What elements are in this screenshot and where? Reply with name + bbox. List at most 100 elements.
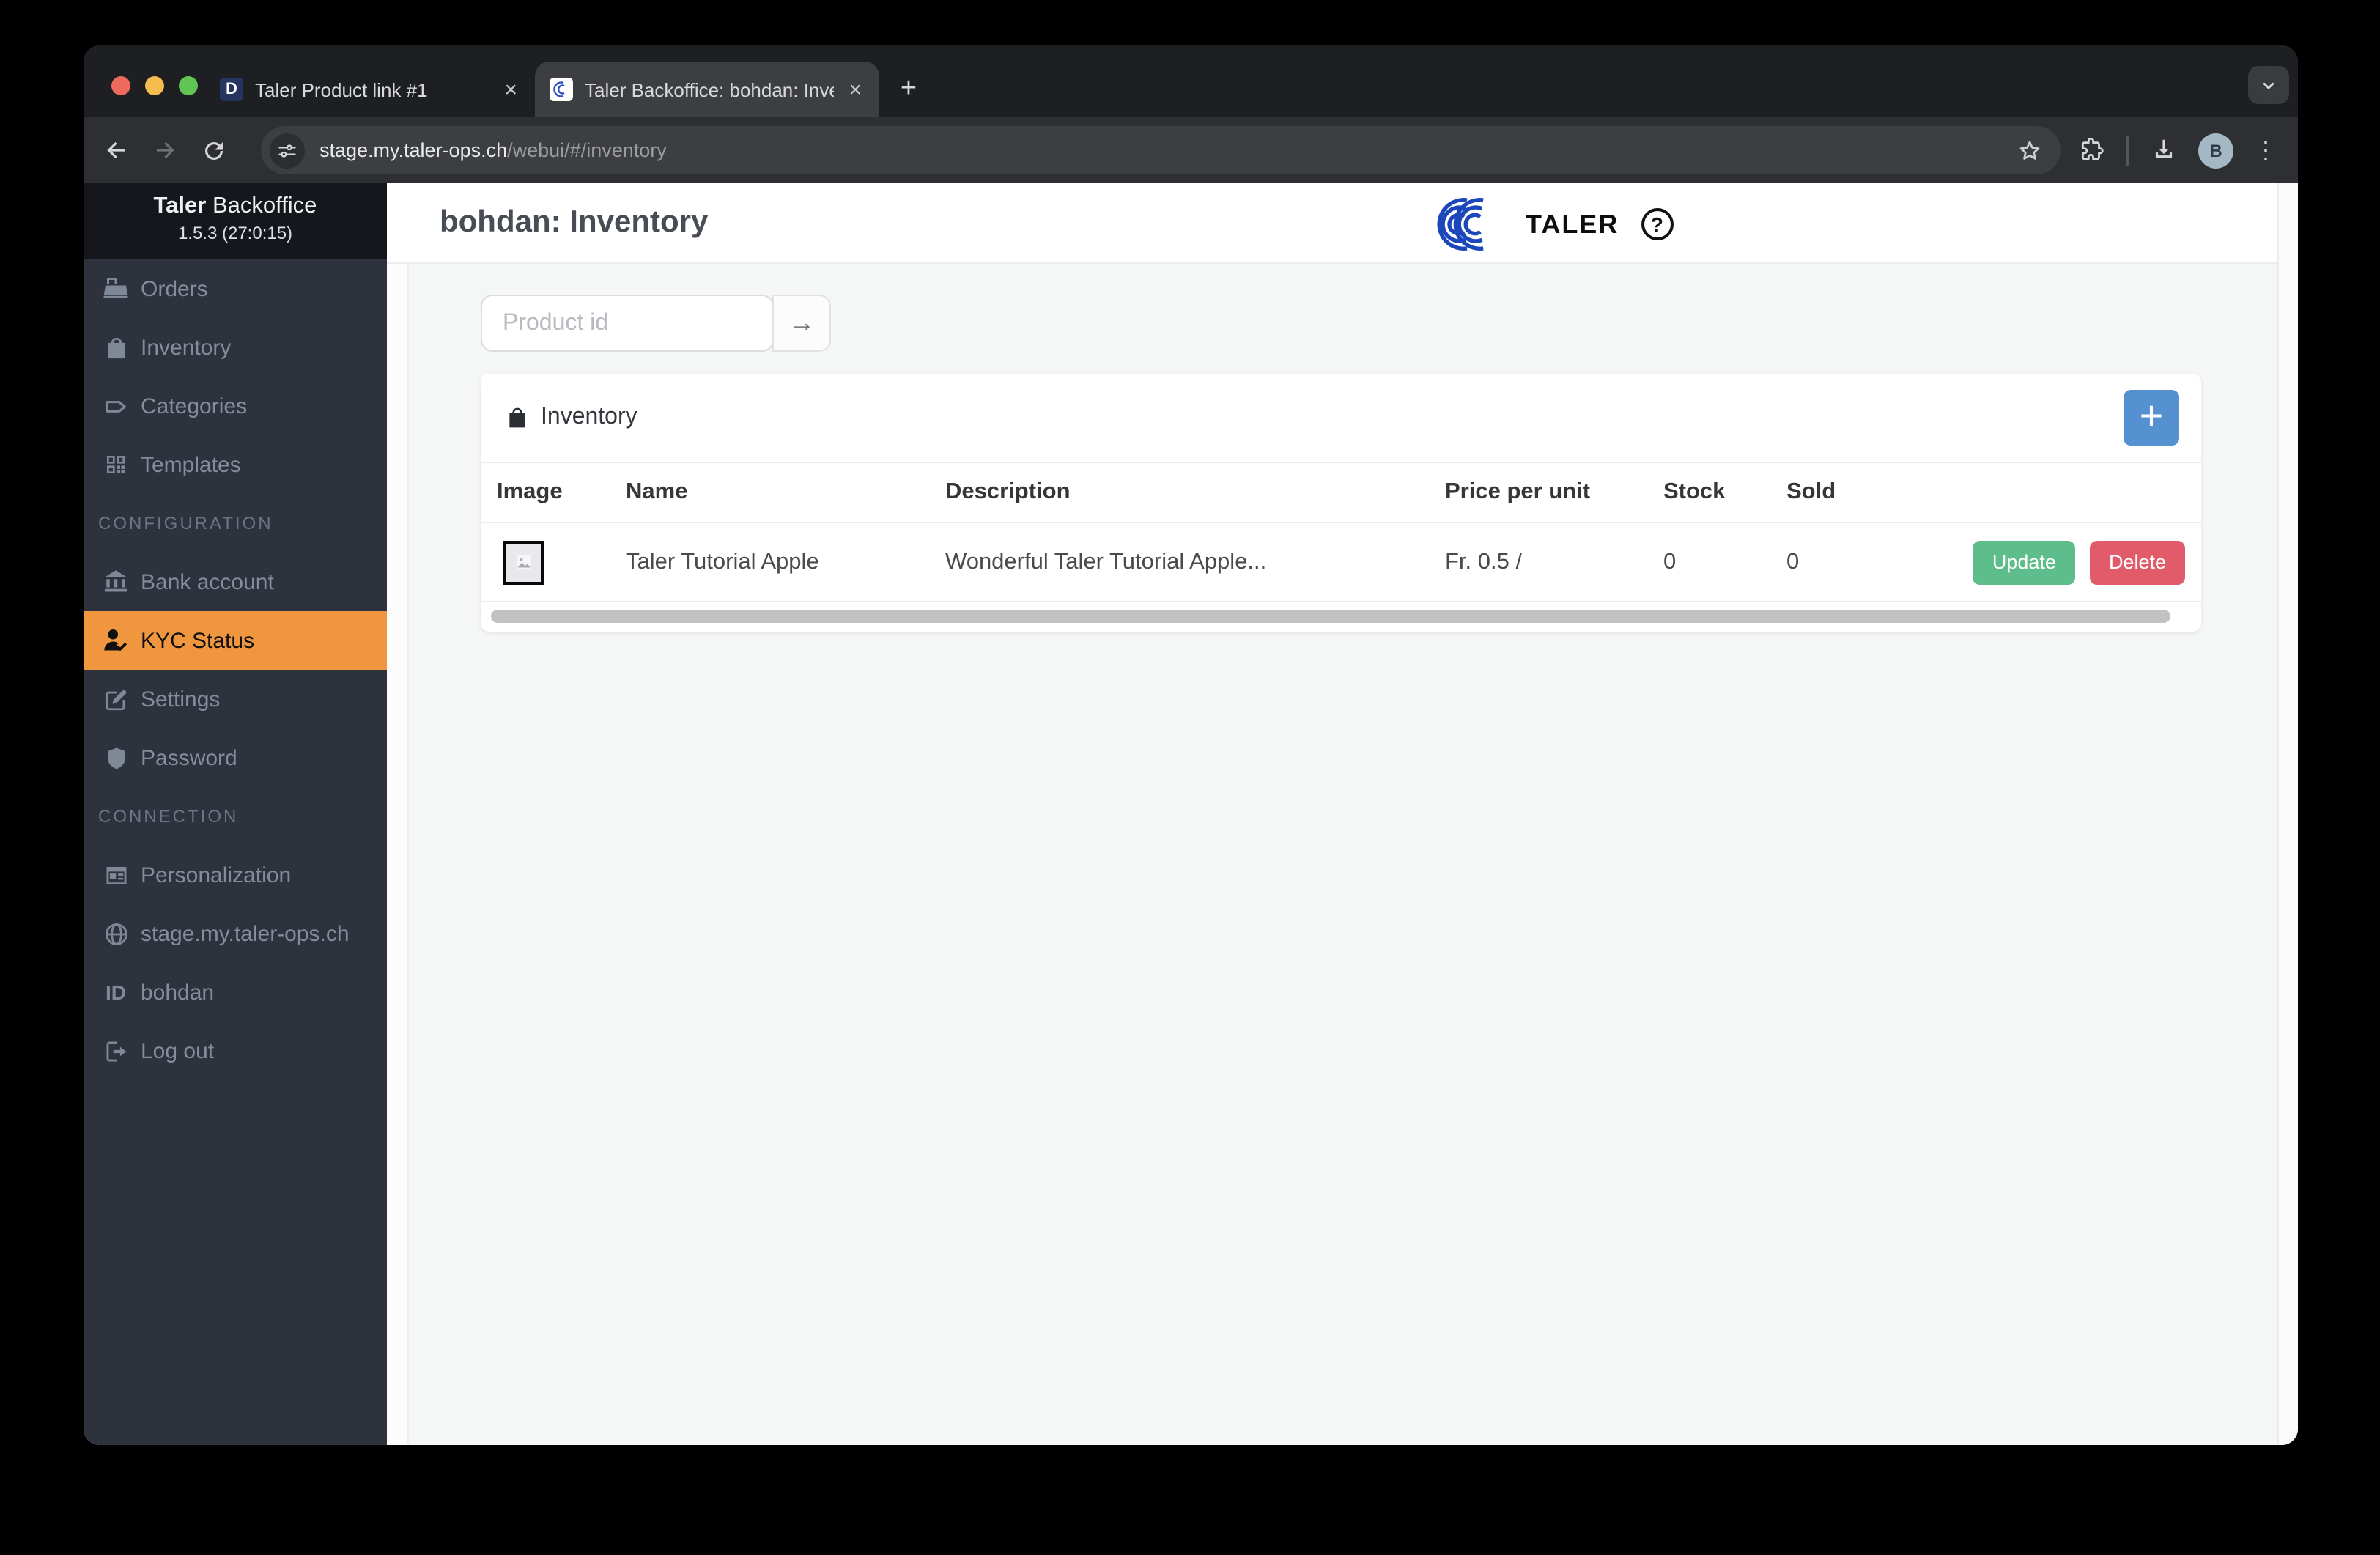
downloads-button[interactable] xyxy=(2150,136,2178,164)
app-title-bold: Taler xyxy=(153,193,207,218)
site-settings-button[interactable] xyxy=(270,133,305,168)
cash-register-icon xyxy=(101,274,130,303)
sidebar-item-label: Templates xyxy=(141,452,241,477)
star-icon xyxy=(2019,140,2040,159)
taler-logo-text: TALER xyxy=(1524,206,1621,243)
sidebar-item-kyc-status[interactable]: KYC Status xyxy=(84,611,387,670)
product-image-placeholder xyxy=(503,540,544,584)
browser-menu-button[interactable]: ⋮ xyxy=(2254,136,2277,165)
delete-button[interactable]: Delete xyxy=(2089,540,2185,584)
user-check-icon xyxy=(101,626,130,655)
back-arrow-icon xyxy=(107,141,125,159)
sidebar-nav: Orders Inventory Categories Templates CO… xyxy=(84,259,387,1445)
sidebar-item-bank-account[interactable]: Bank account xyxy=(84,553,387,611)
sidebar-item-inventory[interactable]: Inventory xyxy=(84,318,387,377)
profile-avatar[interactable]: B xyxy=(2198,133,2233,168)
sidebar-item-label: Bank account xyxy=(141,569,274,594)
edit-square-icon xyxy=(101,684,130,714)
horizontal-scrollbar-thumb[interactable] xyxy=(491,610,2170,623)
sidebar-item-label: Log out xyxy=(141,1038,215,1063)
table-row: Taler Tutorial Apple Wonderful Taler Tut… xyxy=(481,523,2201,602)
cell-stock: 0 xyxy=(1663,549,1677,574)
reload-icon xyxy=(204,141,222,159)
page-body: Taler Backoffice 1.5.3 (27:0:15) Orders … xyxy=(84,183,2298,1445)
sidebar-item-merchant-host[interactable]: stage.my.taler-ops.ch xyxy=(84,904,387,963)
address-bar[interactable]: stage.my.taler-ops.ch/webui/#/inventory xyxy=(261,126,2061,174)
sidebar-item-personalization[interactable]: Personalization xyxy=(84,846,387,904)
sidebar-item-templates[interactable]: Templates xyxy=(84,435,387,494)
update-button[interactable]: Update xyxy=(1973,540,2075,584)
toolbar-right: B ⋮ xyxy=(2078,133,2277,168)
shield-icon xyxy=(101,743,130,772)
content-area: → Inventory + xyxy=(387,264,2298,1445)
tab-search-button[interactable] xyxy=(2248,66,2289,104)
sidebar-item-label: bohdan xyxy=(141,980,215,1005)
url-text: stage.my.taler-ops.ch/webui/#/inventory xyxy=(319,139,2005,161)
bank-icon xyxy=(101,567,130,596)
horizontal-scrollbar xyxy=(481,602,2201,632)
puzzle-icon xyxy=(2081,137,2104,160)
sidebar-section-configuration: CONFIGURATION xyxy=(98,513,273,533)
chevron-down-icon xyxy=(2263,82,2274,90)
cell-price: Fr. 0.5 / xyxy=(1445,549,1523,574)
shopping-bag-icon xyxy=(101,333,130,362)
search-submit-button[interactable]: → xyxy=(772,295,831,352)
forward-button[interactable] xyxy=(141,126,189,174)
reload-button[interactable] xyxy=(189,126,237,174)
product-id-input[interactable] xyxy=(481,295,774,352)
browser-toolbar: stage.my.taler-ops.ch/webui/#/inventory … xyxy=(84,117,2298,183)
plus-icon: + xyxy=(2139,392,2164,437)
sidebar-item-label: Personalization xyxy=(141,863,292,887)
minimize-window-button[interactable] xyxy=(145,76,164,95)
zoom-window-button[interactable] xyxy=(179,76,198,95)
id-badge-icon: ID xyxy=(106,980,126,1004)
sidebar-item-categories[interactable]: Categories xyxy=(84,377,387,435)
tab-strip: D Taler Product link #1 × Taler Backoffi… xyxy=(84,45,2298,117)
tab-taler-product-link[interactable]: D Taler Product link #1 × xyxy=(205,62,535,117)
sidebar-item-label: Password xyxy=(141,745,237,770)
page-title: bohdan: Inventory xyxy=(440,205,709,239)
tab-taler-backoffice[interactable]: Taler Backoffice: bohdan: Inve × xyxy=(535,62,879,117)
tune-icon xyxy=(278,144,296,157)
tab-favicon: D xyxy=(220,78,243,101)
logout-icon xyxy=(101,1036,130,1065)
sidebar-item-label: KYC Status xyxy=(141,628,255,653)
app-title: Taler Backoffice xyxy=(84,193,387,220)
cell-actions: Update Delete xyxy=(1889,540,2185,584)
cell-name: Taler Tutorial Apple xyxy=(626,549,819,574)
browser-window: D Taler Product link #1 × Taler Backoffi… xyxy=(84,45,2298,1445)
column-header-name: Name xyxy=(626,479,688,504)
main-area: bohdan: Inventory TALER ? Product id → I… xyxy=(387,183,2298,1445)
extensions-button[interactable] xyxy=(2078,136,2106,164)
close-window-button[interactable] xyxy=(111,76,130,95)
sidebar-item-label: stage.my.taler-ops.ch xyxy=(141,921,350,946)
content-left-gutter xyxy=(387,264,409,1445)
column-header-price: Price per unit xyxy=(1445,479,1591,504)
close-tab-icon[interactable]: × xyxy=(846,78,865,100)
help-button[interactable]: ? xyxy=(1641,208,1674,240)
qr-code-icon xyxy=(101,450,130,479)
back-button[interactable] xyxy=(92,126,141,174)
download-icon xyxy=(2155,139,2173,158)
bookmark-star-button[interactable] xyxy=(2017,137,2043,163)
globe-icon xyxy=(101,919,130,948)
url-host: stage.my.taler-ops.ch xyxy=(319,139,508,161)
sidebar-item-log-out[interactable]: Log out xyxy=(84,1022,387,1080)
forward-arrow-icon xyxy=(156,141,174,159)
close-tab-icon[interactable]: × xyxy=(501,78,520,100)
sidebar-item-orders[interactable]: Orders xyxy=(84,259,387,318)
sidebar-item-username[interactable]: ID bohdan xyxy=(84,963,387,1022)
sidebar-item-label: Inventory xyxy=(141,335,232,360)
sidebar-item-label: Categories xyxy=(141,394,248,418)
add-product-button[interactable]: + xyxy=(2124,390,2179,446)
inventory-card: Inventory + Image Name Description Price… xyxy=(481,374,2201,632)
app-version: 1.5.3 (27:0:15) xyxy=(177,223,293,243)
inventory-card-title: Inventory xyxy=(506,405,638,431)
sidebar-item-settings[interactable]: Settings xyxy=(84,670,387,728)
sidebar-item-password[interactable]: Password xyxy=(84,728,387,787)
new-tab-button[interactable]: + xyxy=(888,69,929,110)
taler-logo: TALER ? xyxy=(1427,196,1674,252)
inventory-card-header: Inventory + xyxy=(481,374,2201,463)
column-header-description: Description xyxy=(945,479,1071,504)
vertical-scrollbar-gutter[interactable] xyxy=(2277,183,2298,1445)
